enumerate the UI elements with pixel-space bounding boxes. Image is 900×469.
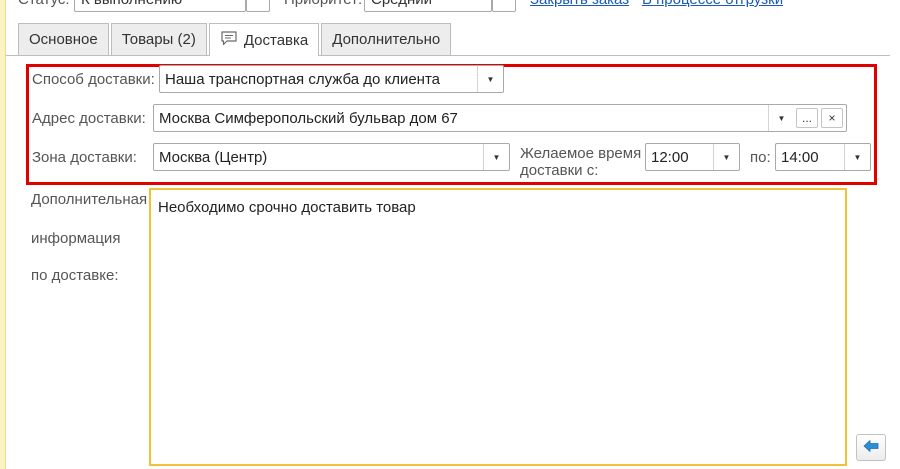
chevron-down-icon[interactable]: ▼ [483, 144, 509, 170]
desired-time-label-line2: доставки с: [520, 162, 599, 179]
time-from-field[interactable]: 12:00 ▼ [645, 143, 740, 171]
delivery-zone-label: Зона доставки: [32, 149, 137, 166]
back-button[interactable] [856, 434, 886, 461]
desired-time-label-line1: Желаемое время [520, 145, 642, 162]
tab-goods[interactable]: Товары (2) [110, 23, 207, 55]
tab-label: Дополнительно [332, 31, 441, 48]
tab-additional[interactable]: Дополнительно [321, 23, 452, 55]
time-to-value: 14:00 [781, 149, 819, 166]
priority-value: Средний [371, 0, 432, 8]
chevron-down-icon[interactable]: ▼ [844, 144, 870, 170]
tab-main[interactable]: Основное [18, 23, 109, 55]
status-dropdown-button[interactable] [246, 0, 270, 12]
priority-label: Приоритет: [284, 0, 362, 8]
delivery-zone-value: Москва (Центр) [159, 149, 268, 166]
clear-address-button[interactable]: × [821, 108, 843, 128]
additional-info-text: Необходимо срочно доставить товар [158, 199, 416, 216]
delivery-address-label: Адрес доставки: [32, 110, 146, 127]
arrow-left-icon [863, 439, 879, 457]
time-to-label: по: [750, 149, 771, 166]
form-left-edge [0, 0, 6, 469]
chevron-down-icon[interactable]: ▼ [713, 144, 739, 170]
delivery-method-field[interactable]: Наша транспортная служба до клиента ▼ [159, 65, 504, 93]
delivery-method-label: Способ доставки: [32, 71, 155, 88]
tab-underline [6, 55, 890, 56]
status-field[interactable]: К выполнению [74, 0, 246, 12]
desired-time-label: Желаемое время доставки с: [520, 145, 641, 179]
additional-info-textarea[interactable]: Необходимо срочно доставить товар [149, 188, 847, 466]
time-from-value: 12:00 [651, 149, 689, 166]
tab-bar: Основное Товары (2) Доставка Дополнитель… [18, 23, 453, 56]
priority-dropdown-button[interactable] [492, 0, 516, 12]
header-row: Статус: К выполнению Приоритет: Средний … [0, 0, 900, 14]
close-order-link[interactable]: Закрыть заказ [530, 0, 629, 8]
delivery-method-value: Наша транспортная служба до клиента [165, 71, 440, 88]
time-to-field[interactable]: 14:00 ▼ [775, 143, 871, 171]
chevron-down-icon[interactable]: ▼ [477, 66, 503, 92]
comment-icon [220, 30, 238, 50]
select-address-button[interactable]: ... [796, 108, 818, 128]
delivery-address-field[interactable]: Москва Симферопольский бульвар дом 67 ▼ … [153, 104, 847, 132]
tab-label: Доставка [243, 31, 309, 49]
shipping-status-link[interactable]: В процессе отгрузки [642, 0, 783, 8]
tab-label: Товары (2) [121, 31, 196, 48]
chevron-down-icon[interactable]: ▼ [768, 105, 794, 131]
additional-info-label-line2: информация [31, 230, 121, 247]
additional-info-label-line3: по доставке: [31, 267, 119, 284]
status-label: Статус: [18, 0, 70, 8]
status-value: К выполнению [81, 0, 182, 8]
additional-info-label-line1: Дополнительная [31, 191, 148, 208]
delivery-zone-field[interactable]: Москва (Центр) ▼ [153, 143, 510, 171]
tab-label: Основное [29, 31, 98, 48]
tab-delivery[interactable]: Доставка [208, 23, 320, 56]
priority-field[interactable]: Средний [364, 0, 492, 12]
delivery-address-value: Москва Симферопольский бульвар дом 67 [159, 110, 458, 127]
